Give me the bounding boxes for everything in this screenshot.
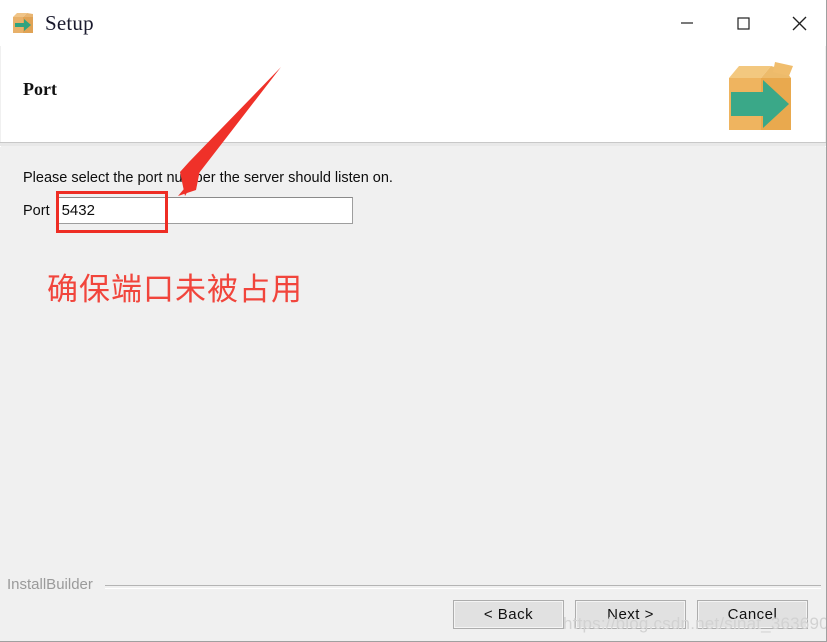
footer-divider <box>105 585 821 589</box>
installbuilder-brand-label: InstallBuilder <box>7 576 93 593</box>
instruction-text: Please select the port number the server… <box>23 170 393 186</box>
port-field-row: Port <box>23 197 353 224</box>
minimize-button[interactable] <box>659 0 715 46</box>
port-label: Port <box>23 202 50 219</box>
annotation-note-text: 确保端口未被占用 <box>47 272 303 308</box>
window-title: Setup <box>45 10 94 35</box>
button-bar: < Back Next > Cancel <box>0 598 826 641</box>
setup-wizard-window: Setup Port Please select the port number… <box>0 0 827 642</box>
maximize-button[interactable] <box>715 0 771 46</box>
wizard-body: Please select the port number the server… <box>1 146 825 584</box>
cancel-button[interactable]: Cancel <box>697 600 808 629</box>
installbuilder-box-logo <box>715 52 805 138</box>
wizard-header: Port <box>1 46 825 142</box>
title-bar: Setup <box>0 0 826 46</box>
port-input[interactable] <box>55 197 353 224</box>
next-button[interactable]: Next > <box>575 600 686 629</box>
back-button[interactable]: < Back <box>453 600 564 629</box>
window-controls <box>659 0 826 46</box>
installer-box-icon <box>9 9 37 37</box>
close-button[interactable] <box>771 0 826 46</box>
page-title: Port <box>23 79 57 99</box>
